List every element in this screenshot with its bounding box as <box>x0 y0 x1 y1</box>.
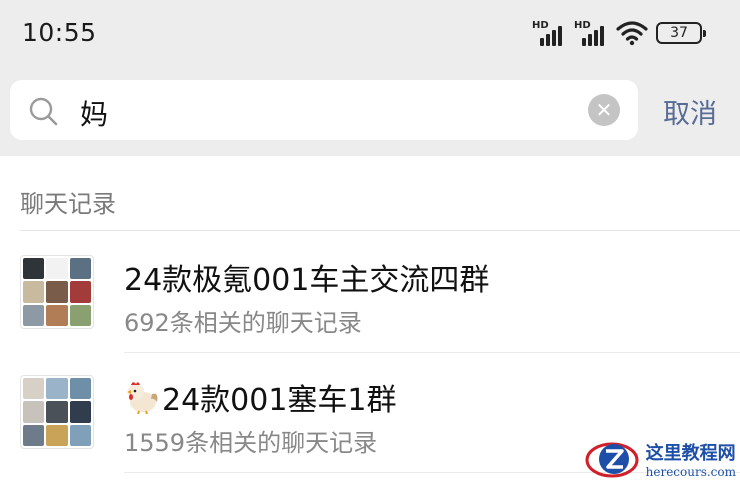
search-bar: 妈 ✕ 取消 <box>0 70 740 156</box>
avatar-tile <box>46 258 68 280</box>
battery-icon: 37 <box>656 22 706 44</box>
section-title-chat-history: 聊天记录 <box>20 190 116 218</box>
search-results: 聊天记录 24款极氪001车主交流四群 692条相关的聊天记录 24款001塞车… <box>0 156 740 486</box>
avatar-tile <box>23 281 45 303</box>
status-time: 10:55 <box>22 18 97 47</box>
clear-icon[interactable]: ✕ <box>588 94 620 126</box>
avatar-tile <box>46 424 68 446</box>
avatar <box>20 255 94 329</box>
avatar-tile <box>46 401 68 423</box>
chicken-emoji-icon <box>127 382 158 414</box>
watermark-logo-icon <box>585 442 639 478</box>
avatar-tile <box>23 401 45 423</box>
match-count-text: 1559条相关的聊天记录 <box>124 429 378 457</box>
wifi-icon <box>616 21 648 46</box>
chat-title: 24款极氪001车主交流四群 <box>124 263 490 298</box>
cellular-signal-icon: HD <box>574 20 608 46</box>
avatar-tile <box>69 424 91 446</box>
search-input[interactable]: 妈 ✕ <box>10 80 638 140</box>
avatar-tile <box>23 304 45 326</box>
avatar-tile <box>23 424 45 446</box>
avatar <box>20 375 94 449</box>
match-count-text: 692条相关的聊天记录 <box>124 309 362 337</box>
avatar-tile <box>69 304 91 326</box>
avatar-tile <box>69 258 91 280</box>
battery-level: 37 <box>670 25 688 41</box>
chat-title: 24款001塞车1群 <box>124 375 397 419</box>
search-icon <box>29 97 58 126</box>
avatar-tile <box>69 281 91 303</box>
status-icons: HD HD 37 <box>532 20 706 46</box>
list-item[interactable]: 24款极氪001车主交流四群 692条相关的聊天记录 <box>0 241 740 361</box>
watermark-text-cn: 这里教程网 <box>645 443 736 464</box>
avatar-tile <box>23 258 45 280</box>
avatar-tile <box>46 378 68 400</box>
divider <box>20 230 740 231</box>
avatar-tile <box>46 281 68 303</box>
divider <box>124 352 740 353</box>
chat-title-text: 24款001塞车1群 <box>162 383 397 418</box>
avatar-tile <box>69 401 91 423</box>
watermark-text-en: herecours.com <box>645 465 736 479</box>
status-bar: 10:55 HD HD 37 <box>0 0 740 70</box>
avatar-tile <box>69 378 91 400</box>
search-query-text[interactable]: 妈 <box>80 93 108 133</box>
avatar-tile <box>46 304 68 326</box>
avatar-tile <box>23 378 45 400</box>
cancel-button[interactable]: 取消 <box>663 92 717 131</box>
watermark: 这里教程网 herecours.com <box>584 436 736 482</box>
cellular-signal-icon: HD <box>532 20 566 46</box>
